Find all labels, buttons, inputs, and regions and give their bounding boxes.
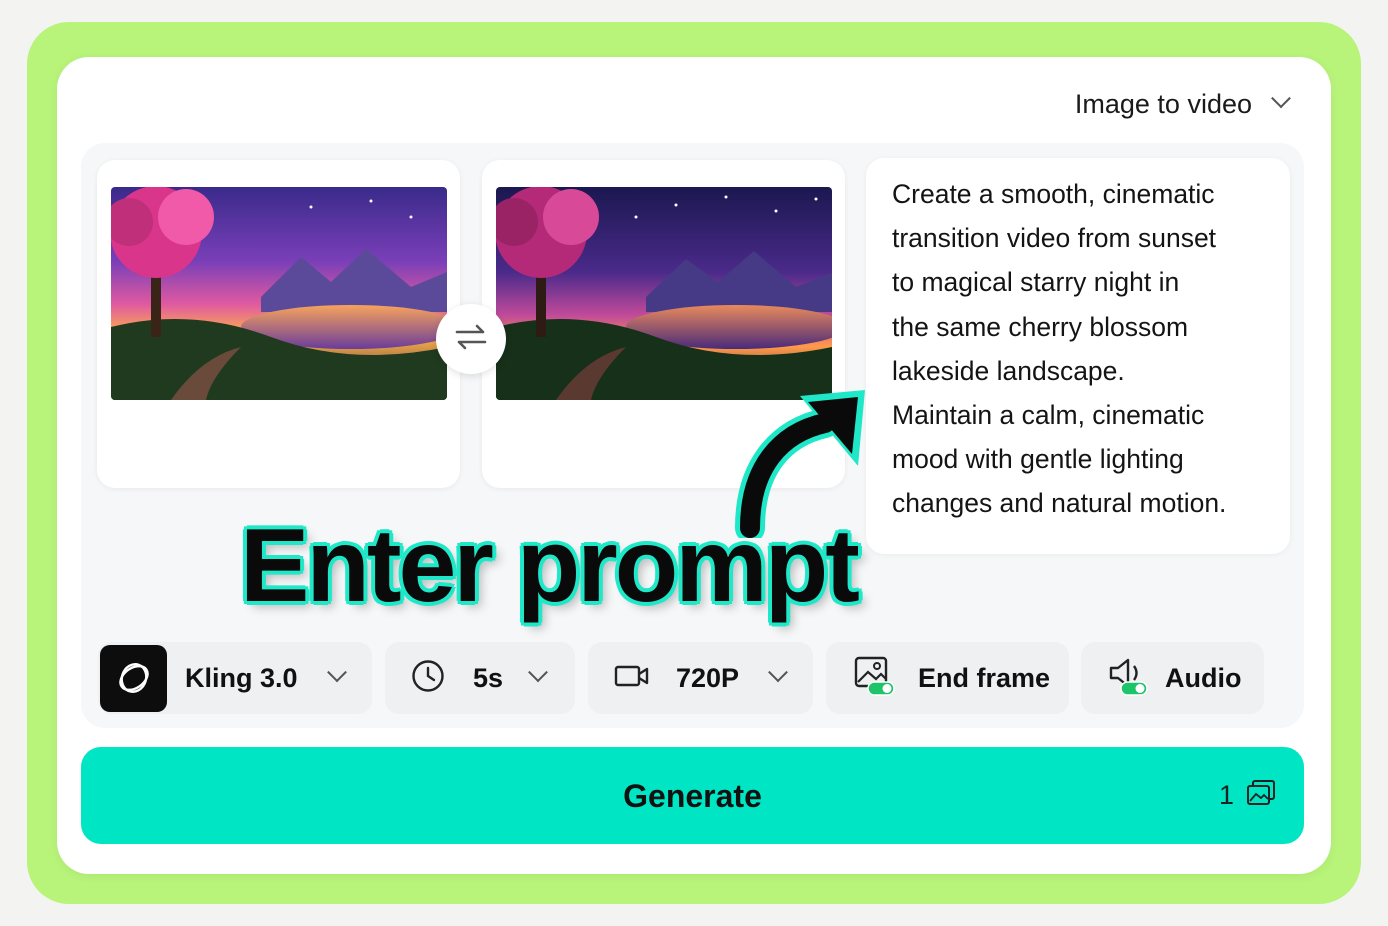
prompt-textarea[interactable]: Create a smooth, cinematic transition vi… bbox=[866, 158, 1290, 554]
resolution-selector[interactable]: 720P bbox=[588, 642, 813, 714]
chevron-down-icon bbox=[326, 662, 347, 683]
end-frame-toggle[interactable]: End frame bbox=[826, 642, 1069, 714]
swap-arrows-icon bbox=[454, 323, 488, 356]
mode-dropdown[interactable]: Image to video bbox=[1074, 86, 1291, 122]
image-toggle-icon bbox=[854, 656, 896, 701]
speaker-toggle-icon bbox=[1107, 656, 1149, 701]
generate-label: Generate bbox=[623, 778, 762, 814]
annotation-label: Enter prompt bbox=[240, 508, 860, 624]
images-icon bbox=[1246, 779, 1276, 812]
duration-selector[interactable]: 5s bbox=[385, 642, 575, 714]
chevron-down-icon bbox=[528, 662, 548, 683]
video-camera-icon bbox=[614, 663, 650, 694]
prompt-text: Create a smooth, cinematic transition vi… bbox=[892, 179, 1227, 519]
resolution-label: 720P bbox=[676, 662, 740, 693]
swap-frames-button[interactable] bbox=[436, 304, 506, 374]
duration-label: 5s bbox=[473, 662, 504, 693]
kling-logo-icon bbox=[100, 644, 167, 712]
model-label: Kling 3.0 bbox=[185, 662, 298, 693]
end-frame-image bbox=[496, 187, 832, 400]
chevron-down-icon bbox=[1271, 88, 1291, 109]
audio-label: Audio bbox=[1165, 662, 1242, 693]
end-frame-label: End frame bbox=[918, 662, 1051, 693]
chevron-down-icon bbox=[768, 662, 788, 683]
start-frame-image bbox=[111, 187, 447, 400]
start-frame-card[interactable] bbox=[97, 160, 460, 488]
credit-count: 1 bbox=[1218, 780, 1234, 810]
generate-button[interactable]: Generate 1 bbox=[81, 747, 1304, 844]
clock-icon bbox=[411, 659, 445, 698]
audio-toggle[interactable]: Audio bbox=[1081, 642, 1264, 714]
mode-label: Image to video bbox=[1074, 88, 1252, 119]
credit-cost: 1 bbox=[1219, 779, 1276, 812]
model-selector[interactable]: Kling 3.0 bbox=[98, 642, 372, 714]
